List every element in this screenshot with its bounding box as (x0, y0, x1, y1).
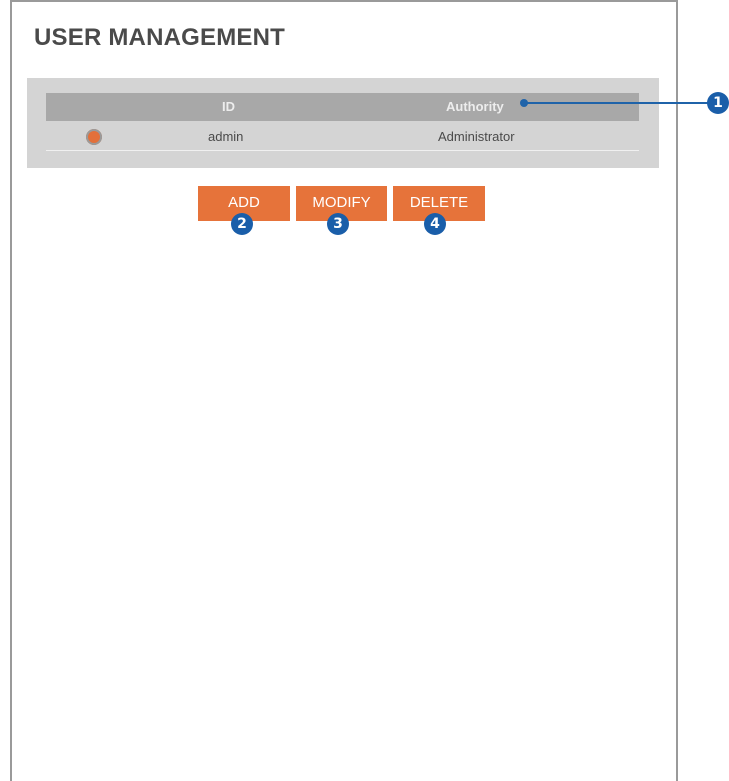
user-select-radio[interactable] (86, 129, 102, 145)
page-title: USER MANAGEMENT (34, 24, 286, 51)
user-authority-cell: Administrator (438, 129, 515, 144)
table-row[interactable]: admin Administrator (46, 122, 639, 151)
callout-leader-line (525, 102, 711, 104)
column-header-id: ID (222, 99, 235, 114)
callout-badge-1: 1 (707, 92, 729, 114)
page-frame: USER MANAGEMENT ID Authority admin Admin… (10, 0, 678, 781)
callout-badge-4: 4 (424, 213, 446, 235)
callout-anchor-dot (520, 99, 528, 107)
column-header-authority: Authority (446, 99, 504, 114)
table-header: ID Authority (46, 93, 639, 121)
user-id-cell: admin (208, 129, 244, 144)
callout-badge-3: 3 (327, 213, 349, 235)
callout-badge-2: 2 (231, 213, 253, 235)
user-table-panel: ID Authority admin Administrator (27, 78, 659, 168)
